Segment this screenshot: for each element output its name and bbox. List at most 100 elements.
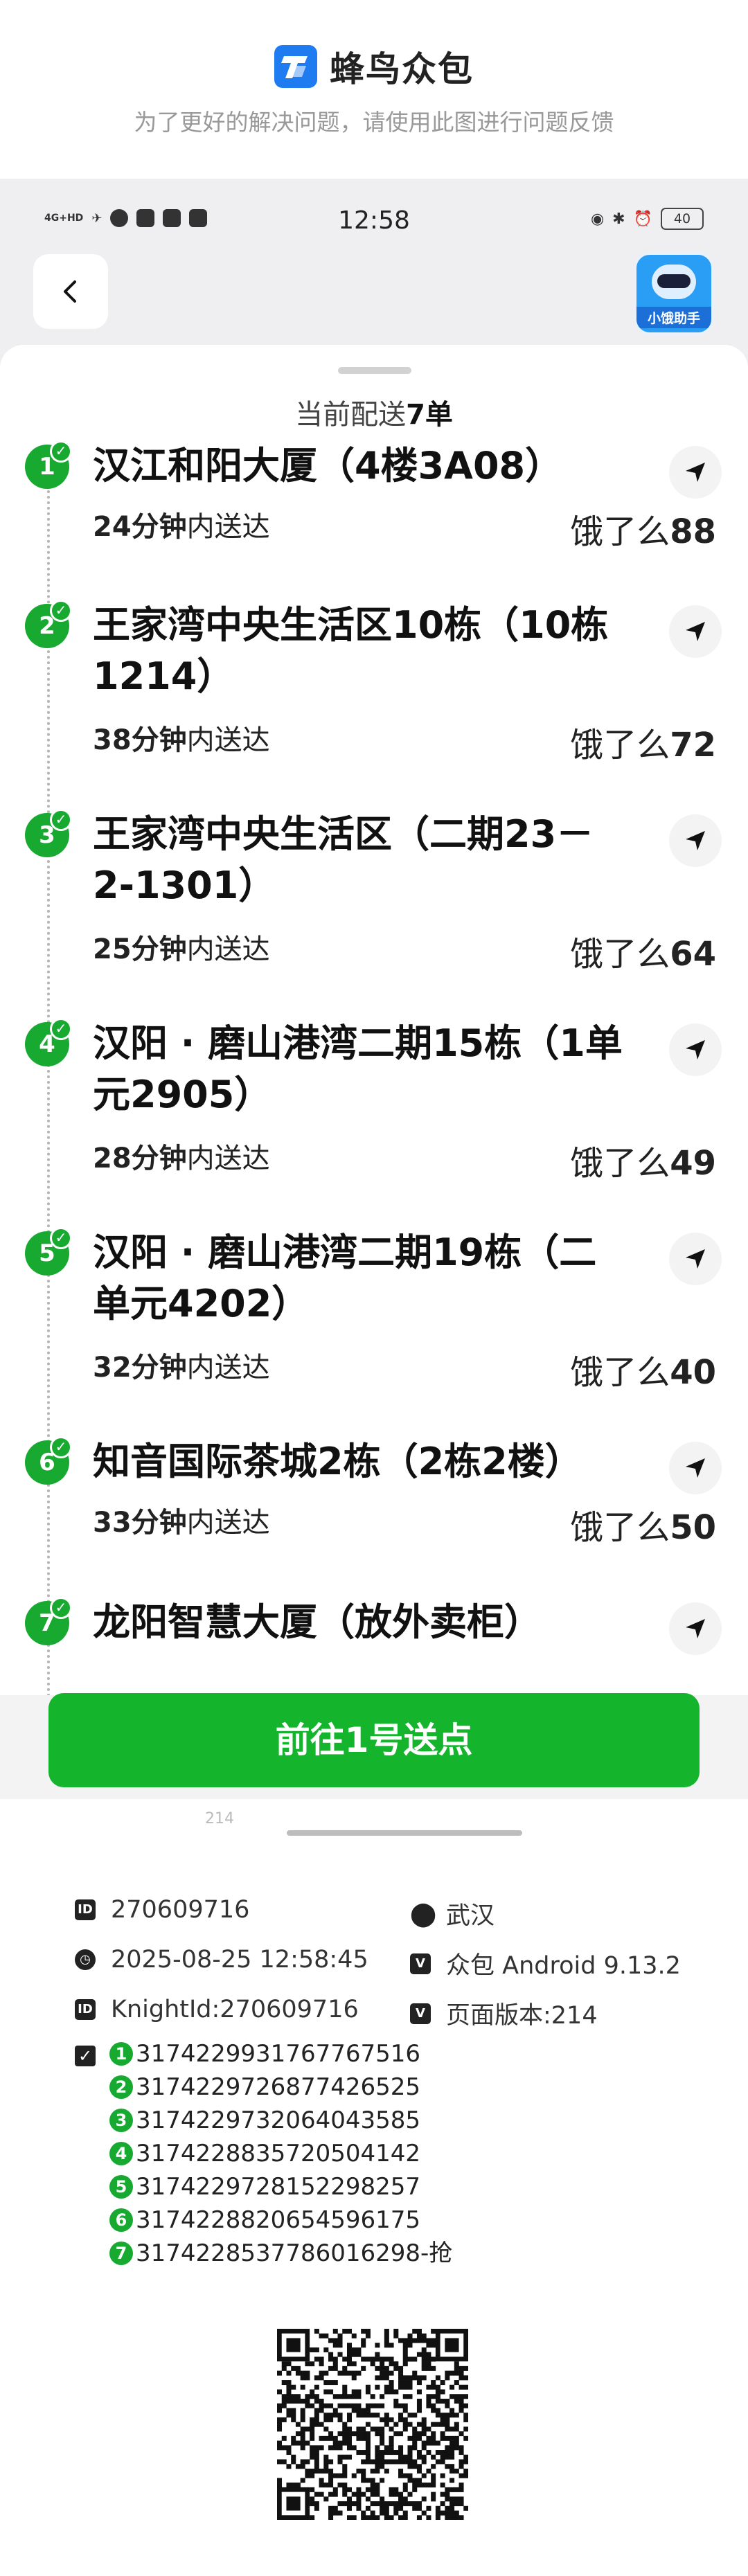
assistant-button[interactable]: 小饿助手 xyxy=(634,253,713,334)
check-icon: ✓ xyxy=(50,1018,72,1040)
shop-code: 饿了么49 xyxy=(570,1144,716,1183)
shop-code: 饿了么88 xyxy=(570,512,716,551)
order-list: 1 ✓ 汉江和阳大厦（4楼3A08） 24分钟内送达 饿了么88 2 ✓ 王家湾中央… xyxy=(0,442,748,1709)
client-version: 众包 Android 9.13.2 xyxy=(446,1952,681,1980)
top-nav: 小饿助手 xyxy=(0,251,748,334)
check-icon: ✓ xyxy=(50,809,72,831)
order-address: 汉阳 · 磨山港湾二期15栋（1单元2905） xyxy=(93,1021,623,1116)
check-icon: ✓ xyxy=(50,442,72,463)
chevron-left-icon xyxy=(64,280,76,303)
order-address: 龙阳智慧大厦（放外卖柜） xyxy=(93,1600,542,1644)
city-row: ⬤ 武汉 xyxy=(410,1896,495,1931)
user-id-row: ID 270609716 xyxy=(75,1896,249,1924)
diagnostic-info: ID 270609716 ⬤ 武汉 ◷ 2025-08-25 12:58:45 … xyxy=(0,1841,748,2576)
client-row: V 众包 Android 9.13.2 xyxy=(410,1946,681,1981)
shop-code: 饿了么72 xyxy=(570,726,716,764)
shop-code: 饿了么64 xyxy=(570,935,716,974)
stop-number-badge: 3 ✓ xyxy=(25,809,72,857)
navigate-button[interactable] xyxy=(669,446,722,499)
id-card-icon: ID xyxy=(75,1899,96,1920)
shop-code: 饿了么50 xyxy=(570,1508,716,1547)
home-indicator[interactable] xyxy=(287,1830,522,1836)
order-count: 7单 xyxy=(406,399,453,431)
battery-indicator: 40 xyxy=(661,208,704,230)
eta-text: 38分钟内送达 xyxy=(93,724,270,756)
feedback-banner: 蜂鸟众包 为了更好的解决问题，请使用此图进行问题反馈 xyxy=(0,0,748,179)
navigation-arrow-icon xyxy=(686,463,705,482)
bluetooth-icon: ✱ xyxy=(612,210,625,228)
order-id-item: 6 3174228820654596175 xyxy=(109,2203,452,2237)
sheet-title: 当前配送7单 xyxy=(295,399,453,431)
knight-id-row: ID KnightId:270609716 xyxy=(75,1996,359,2023)
stop-number-badge: 6 ✓ xyxy=(25,1436,72,1485)
navigation-arrow-icon xyxy=(686,622,705,641)
assistant-label: 小饿助手 xyxy=(636,307,711,328)
feedback-subtitle: 为了更好的解决问题，请使用此图进行问题反馈 xyxy=(134,109,614,136)
delivery-sheet: 当前配送7单 1 ✓ 汉江和阳大厦（4楼3A08） 24分钟内送达 饿了么88 2… xyxy=(0,345,748,1841)
datetime: 2025-08-25 12:58:45 xyxy=(111,1946,368,1974)
order-id-list: 1 3174229931767767516 2 317422972687742652… xyxy=(109,2037,452,2270)
version-icon: V xyxy=(410,1953,431,1974)
eta-text: 25分钟内送达 xyxy=(93,933,270,965)
eta-text: 32分钟内送达 xyxy=(93,1352,270,1384)
action-bar: 前往1号送点 xyxy=(0,1693,748,1799)
qr-code xyxy=(277,2329,468,2520)
page-version-row: V 页面版本:214 xyxy=(410,1996,598,2031)
order-id-item: 4 3174228835720504142 xyxy=(109,2137,452,2170)
sheet-drag-handle[interactable] xyxy=(338,367,411,374)
go-to-first-stop-button[interactable]: 前往1号送点 xyxy=(48,1693,700,1787)
order-address: 王家湾中央生活区（二期23－2-1301） xyxy=(93,812,594,907)
stop-number-badge: 5 ✓ xyxy=(25,1227,72,1276)
navigate-button[interactable] xyxy=(669,1233,722,1285)
check-icon: ✓ xyxy=(50,1597,72,1619)
navigate-button[interactable] xyxy=(669,1602,722,1655)
order-address: 汉江和阳大厦（4楼3A08） xyxy=(93,444,563,488)
clock-icon: ◷ xyxy=(75,1949,96,1970)
eta-text: 33分钟内送达 xyxy=(93,1507,270,1539)
navigation-arrow-icon xyxy=(686,1040,705,1059)
check-icon: ✓ xyxy=(50,1227,72,1249)
navigate-button[interactable] xyxy=(669,605,722,658)
navigation-arrow-icon xyxy=(686,1249,705,1269)
navigation-arrow-icon xyxy=(686,1619,705,1638)
order-id-item: 1 3174229931767767516 xyxy=(109,2037,452,2070)
order-id-item: 2 3174229726877426525 xyxy=(109,2070,452,2104)
location-pin-icon: ⬤ xyxy=(410,1899,437,1928)
eta-text: 28分钟内送达 xyxy=(93,1143,270,1174)
id-card-icon: ID xyxy=(75,1999,96,2020)
order-id-item: 7 3174228537786016298-抢 xyxy=(109,2237,452,2270)
navigate-button[interactable] xyxy=(669,1442,722,1494)
page-version: 页面版本:214 xyxy=(446,2002,598,2030)
version-icon: V xyxy=(410,2003,431,2024)
order-id-item: 3 3174229732064043585 xyxy=(109,2104,452,2137)
brand: 蜂鸟众包 xyxy=(0,42,748,91)
order-address: 汉阳 · 磨山港湾二期19栋（二单元4202） xyxy=(93,1231,597,1325)
alarm-icon: ⏰ xyxy=(633,210,652,228)
stop-number-badge: 7 ✓ xyxy=(25,1597,72,1645)
order-id-item: 5 3174229728152298257 xyxy=(109,2170,452,2203)
order-address: 王家湾中央生活区10栋（10栋1214） xyxy=(93,603,609,698)
stop-number-badge: 1 ✓ xyxy=(25,442,72,489)
eta-text: 24分钟内送达 xyxy=(93,511,270,543)
status-bar: 4G+HD ✈ 12:58 ◉ ✱ ⏰ 40 xyxy=(0,193,748,248)
shop-code: 饿了么40 xyxy=(570,1353,716,1392)
back-button[interactable] xyxy=(33,254,108,329)
knight-id: KnightId:270609716 xyxy=(111,1996,359,2023)
navigate-button[interactable] xyxy=(669,1023,722,1076)
navigate-button[interactable] xyxy=(669,814,722,867)
stop-number-badge: 4 ✓ xyxy=(25,1018,72,1066)
route-line xyxy=(47,490,50,1709)
order-address: 知音国际茶城2栋（2栋2楼） xyxy=(93,1440,582,1483)
check-icon: ✓ xyxy=(50,1436,72,1458)
datetime-row: ◷ 2025-08-25 12:58:45 xyxy=(75,1946,368,1974)
location-icon: ◉ xyxy=(590,210,605,228)
check-icon: ✓ xyxy=(50,600,72,622)
navigation-arrow-icon xyxy=(686,831,705,850)
app-screenshot: 4G+HD ✈ 12:58 ◉ ✱ ⏰ 40 小饿助手 当前配送7单 1 ✓ 汉… xyxy=(0,179,748,1841)
user-id: 270609716 xyxy=(111,1896,250,1924)
navigation-arrow-icon xyxy=(686,1458,705,1478)
city: 武汉 xyxy=(446,1902,495,1930)
version-hint: 214 xyxy=(205,1810,234,1827)
app-name: 蜂鸟众包 xyxy=(330,49,474,89)
checkbox-icon: ✓ xyxy=(75,2046,96,2066)
